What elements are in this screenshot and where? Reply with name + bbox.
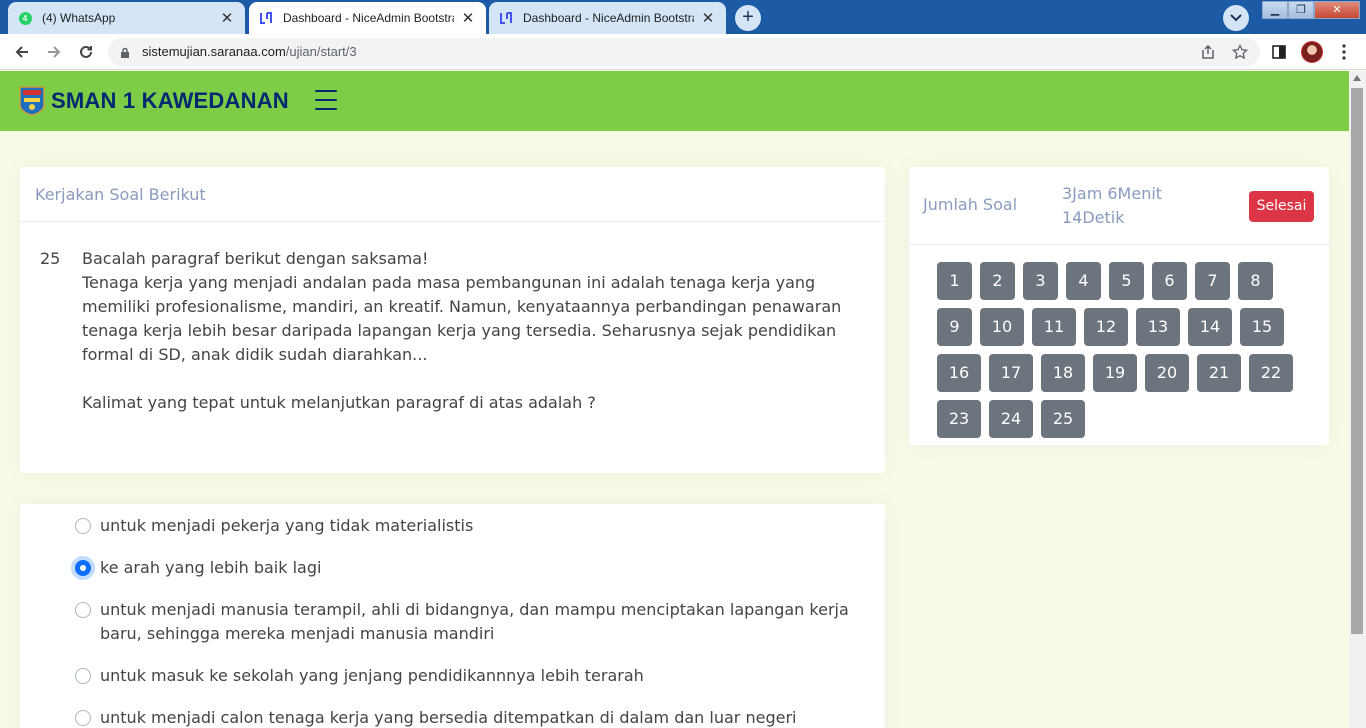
- question-button[interactable]: 22: [1249, 354, 1293, 392]
- finish-button[interactable]: Selesai: [1249, 191, 1314, 222]
- tab-whatsapp[interactable]: 4 (4) WhatsApp ✕: [8, 2, 245, 34]
- tab-dashboard[interactable]: Dashboard - NiceAdmin Bootstrap ✕: [489, 2, 726, 34]
- answer-radio[interactable]: [75, 710, 91, 726]
- lock-icon[interactable]: [120, 46, 130, 64]
- answer-option[interactable]: untuk menjadi manusia terampil, ahli di …: [75, 598, 865, 646]
- answer-label: untuk menjadi manusia terampil, ahli di …: [100, 600, 849, 643]
- profile-avatar[interactable]: [1301, 41, 1323, 63]
- question-button[interactable]: 16: [937, 354, 981, 392]
- answer-radio[interactable]: [75, 602, 91, 618]
- question-button[interactable]: 21: [1197, 354, 1241, 392]
- question-card: Kerjakan Soal Berikut 25 Bacalah paragra…: [20, 167, 885, 473]
- question-card-title: Kerjakan Soal Berikut: [20, 167, 885, 222]
- answer-radio[interactable]: [75, 668, 91, 684]
- navigator-header: Jumlah Soal 3Jam 6Menit 14Detik Selesai: [909, 167, 1329, 245]
- forward-icon[interactable]: [44, 42, 64, 62]
- page-scrollbar[interactable]: [1349, 71, 1366, 728]
- url-input[interactable]: sistemujian.saranaa.com/ujian/start/3: [108, 38, 1260, 66]
- share-icon[interactable]: [1200, 44, 1216, 60]
- question-button[interactable]: 5: [1109, 262, 1144, 300]
- question-button[interactable]: 8: [1238, 262, 1273, 300]
- question-prompt: Kalimat yang tepat untuk melanjutkan par…: [82, 393, 596, 412]
- browser-tab-bar: 4 (4) WhatsApp ✕ Dashboard - NiceAdmin B…: [0, 0, 1366, 34]
- answer-option[interactable]: untuk menjadi calon tenaga kerja yang be…: [75, 706, 865, 728]
- countdown-timer: 3Jam 6Menit 14Detik: [1062, 182, 1202, 230]
- reload-icon[interactable]: [76, 42, 96, 62]
- question-button[interactable]: 13: [1136, 308, 1180, 346]
- question-button[interactable]: 1: [937, 262, 972, 300]
- app-header: SMAN 1 KAWEDANAN: [0, 71, 1349, 131]
- answer-label: ke arah yang lebih baik lagi: [100, 558, 322, 577]
- maximize-button[interactable]: ❐: [1288, 1, 1314, 19]
- question-button[interactable]: 2: [980, 262, 1015, 300]
- answer-radio[interactable]: [75, 518, 91, 534]
- answer-radio[interactable]: [75, 560, 91, 576]
- navigator-title: Jumlah Soal: [923, 195, 1018, 214]
- question-button[interactable]: 11: [1032, 308, 1076, 346]
- question-button[interactable]: 10: [980, 308, 1024, 346]
- timer-seconds: 14Detik: [1062, 208, 1125, 227]
- close-window-button[interactable]: ✕: [1314, 1, 1360, 19]
- question-button[interactable]: 6: [1152, 262, 1187, 300]
- side-panel-icon[interactable]: [1269, 42, 1289, 62]
- question-button[interactable]: 20: [1145, 354, 1189, 392]
- question-button[interactable]: 24: [989, 400, 1033, 438]
- tab-title: Dashboard - NiceAdmin Bootstrap: [283, 11, 454, 25]
- school-logo-icon[interactable]: [19, 86, 45, 116]
- question-paragraph: Tenaga kerja yang menjadi andalan pada m…: [82, 273, 842, 364]
- question-button[interactable]: 14: [1188, 308, 1232, 346]
- kebab-menu-icon[interactable]: [1334, 42, 1354, 62]
- back-icon[interactable]: [12, 42, 32, 62]
- minimize-button[interactable]: ▁: [1262, 1, 1288, 19]
- question-button[interactable]: 3: [1023, 262, 1058, 300]
- whatsapp-icon: 4: [18, 11, 32, 25]
- menu-toggle-icon[interactable]: [315, 90, 337, 110]
- question-button[interactable]: 4: [1066, 262, 1101, 300]
- answer-label: untuk menjadi pekerja yang tidak materia…: [100, 516, 474, 535]
- question-button[interactable]: 7: [1195, 262, 1230, 300]
- answers-card: untuk menjadi pekerja yang tidak materia…: [20, 504, 885, 728]
- answer-option[interactable]: untuk menjadi pekerja yang tidak materia…: [75, 514, 865, 538]
- url-text: sistemujian.saranaa.com/ujian/start/3: [142, 44, 357, 59]
- answer-label: untuk menjadi calon tenaga kerja yang be…: [100, 708, 797, 727]
- question-button[interactable]: 9: [937, 308, 972, 346]
- tab-search-button[interactable]: [1223, 5, 1249, 31]
- tab-dashboard-active[interactable]: Dashboard - NiceAdmin Bootstrap ✕: [249, 2, 486, 34]
- timer-hours-minutes: 3Jam 6Menit: [1062, 184, 1163, 203]
- tab-title: Dashboard - NiceAdmin Bootstrap: [523, 11, 694, 25]
- question-instruction: Bacalah paragraf berikut dengan saksama!: [82, 249, 429, 268]
- question-navigator-card: Jumlah Soal 3Jam 6Menit 14Detik Selesai …: [909, 167, 1329, 445]
- scroll-thumb[interactable]: [1351, 88, 1363, 634]
- question-button[interactable]: 19: [1093, 354, 1137, 392]
- close-tab-icon[interactable]: ✕: [219, 9, 235, 27]
- close-tab-icon[interactable]: ✕: [460, 9, 476, 27]
- question-button[interactable]: 17: [989, 354, 1033, 392]
- new-tab-button[interactable]: +: [735, 5, 761, 31]
- answer-label: untuk masuk ke sekolah yang jenjang pend…: [100, 666, 644, 685]
- question-text: Bacalah paragraf berikut dengan saksama!…: [82, 247, 852, 415]
- answer-option[interactable]: untuk masuk ke sekolah yang jenjang pend…: [75, 664, 865, 688]
- niceadmin-icon: [499, 11, 513, 25]
- question-button[interactable]: 25: [1041, 400, 1085, 438]
- answer-option-selected[interactable]: ke arah yang lebih baik lagi: [75, 556, 865, 580]
- question-button[interactable]: 15: [1240, 308, 1284, 346]
- bookmark-star-icon[interactable]: [1232, 44, 1248, 60]
- brand-title[interactable]: SMAN 1 KAWEDANAN: [51, 88, 289, 114]
- chevron-down-icon: [1230, 14, 1242, 22]
- scroll-up-arrow-icon[interactable]: [1353, 75, 1361, 81]
- question-number: 25: [40, 249, 61, 268]
- tab-title: (4) WhatsApp: [42, 11, 116, 25]
- niceadmin-icon: [259, 11, 273, 25]
- question-button[interactable]: 12: [1084, 308, 1128, 346]
- question-button[interactable]: 23: [937, 400, 981, 438]
- address-bar: sistemujian.saranaa.com/ujian/start/3: [0, 34, 1366, 70]
- question-button[interactable]: 18: [1041, 354, 1085, 392]
- close-tab-icon[interactable]: ✕: [700, 9, 716, 27]
